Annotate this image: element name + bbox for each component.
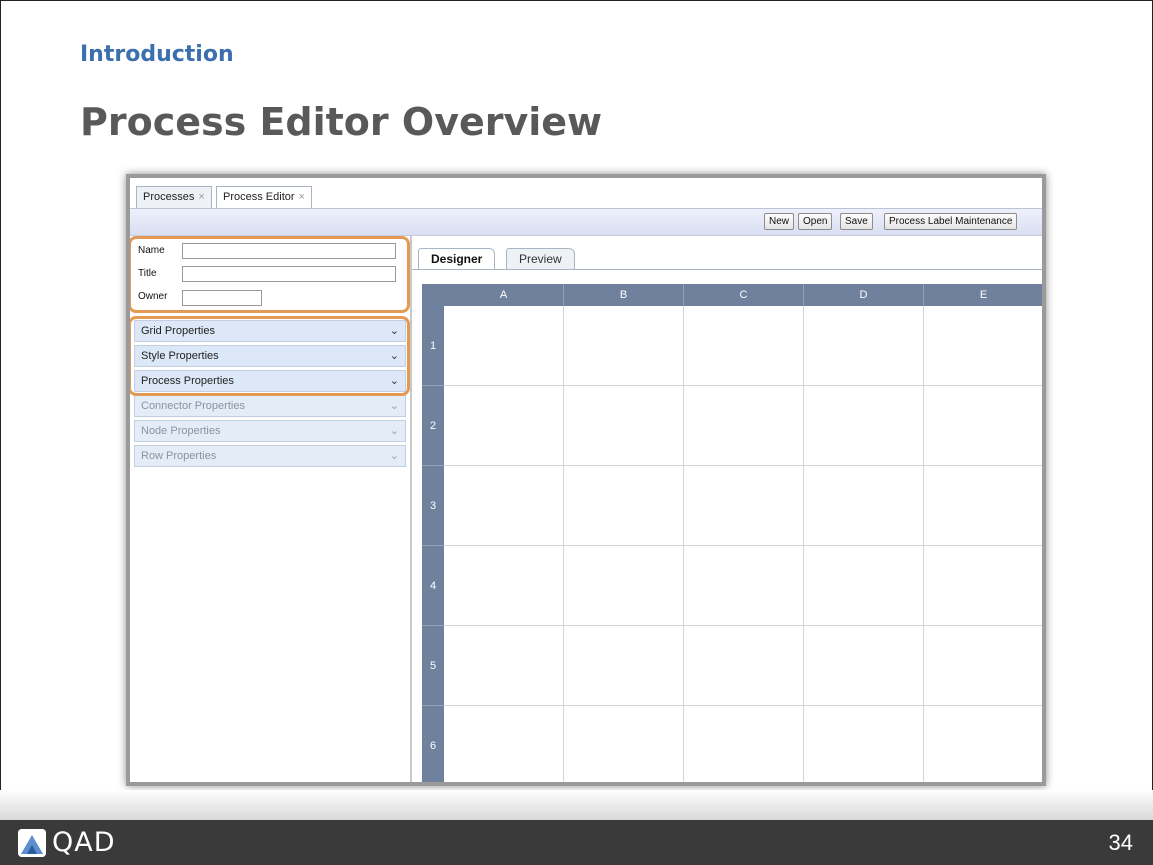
save-button[interactable]: Save — [840, 213, 873, 230]
grid-cell[interactable] — [804, 546, 924, 626]
tab-process-editor[interactable]: Process Editor × — [216, 186, 312, 208]
accordion-label: Node Properties — [141, 425, 221, 437]
grid-cell[interactable] — [924, 706, 1042, 782]
tab-underline — [412, 269, 1042, 270]
grid-cell[interactable] — [684, 546, 804, 626]
grid-cell[interactable] — [684, 626, 804, 706]
grid-cell[interactable] — [444, 386, 564, 466]
grid-cell[interactable] — [804, 466, 924, 546]
grid-cell[interactable] — [564, 466, 684, 546]
slide-title: Process Editor Overview — [80, 100, 603, 144]
column-header[interactable]: E — [924, 284, 1042, 306]
open-button[interactable]: Open — [798, 213, 833, 230]
grid-cell[interactable] — [924, 546, 1042, 626]
grid-cell[interactable] — [444, 706, 564, 782]
footer-fade — [0, 790, 1153, 820]
tab-designer[interactable]: Designer — [418, 248, 496, 270]
grid-cell[interactable] — [684, 386, 804, 466]
tab-processes[interactable]: Processes × — [136, 186, 212, 208]
grid-cell[interactable] — [444, 306, 564, 386]
grid-cell[interactable] — [564, 546, 684, 626]
grid-cell[interactable] — [564, 386, 684, 466]
grid-cell[interactable] — [924, 626, 1042, 706]
grid-cell[interactable] — [444, 466, 564, 546]
grid-cell[interactable] — [564, 306, 684, 386]
page-number: 34 — [1108, 830, 1133, 855]
accordion-label: Connector Properties — [141, 400, 245, 412]
chevron-down-icon: ⌄ — [389, 400, 399, 412]
grid-cell[interactable] — [804, 306, 924, 386]
row-header[interactable]: 2 — [422, 386, 444, 466]
qad-logo-icon — [18, 829, 46, 857]
grid-cell[interactable] — [924, 466, 1042, 546]
grid-cell[interactable] — [804, 386, 924, 466]
grid-cell[interactable] — [564, 706, 684, 782]
grid-cell[interactable] — [444, 546, 564, 626]
close-icon[interactable]: × — [299, 191, 305, 203]
column-header[interactable]: C — [684, 284, 804, 306]
footer-bar: QAD 34 — [0, 820, 1153, 865]
row-header[interactable]: 1 — [422, 306, 444, 386]
brand-name: QAD — [52, 827, 116, 858]
accordion-row-properties[interactable]: Row Properties ⌄ — [134, 445, 406, 467]
section-title: Introduction — [80, 42, 234, 67]
grid-cell[interactable] — [684, 306, 804, 386]
grid-cell[interactable] — [924, 306, 1042, 386]
tab-preview[interactable]: Preview — [506, 248, 575, 270]
highlight-form-fields — [130, 236, 410, 313]
grid-cell[interactable] — [804, 626, 924, 706]
grid-cell[interactable] — [924, 386, 1042, 466]
row-header[interactable]: 3 — [422, 466, 444, 546]
process-label-maintenance-button[interactable]: Process Label Maintenance — [884, 213, 1018, 230]
row-header[interactable]: 5 — [422, 626, 444, 706]
chevron-down-icon: ⌄ — [389, 450, 399, 462]
highlight-properties — [130, 316, 410, 396]
properties-panel: Name Title Owner Grid Properties ⌄ Style… — [130, 236, 412, 782]
chevron-down-icon: ⌄ — [389, 425, 399, 437]
accordion-label: Row Properties — [141, 450, 217, 462]
column-header[interactable]: D — [804, 284, 924, 306]
accordion-connector-properties[interactable]: Connector Properties ⌄ — [134, 395, 406, 417]
column-header[interactable]: A — [444, 284, 564, 306]
row-header[interactable]: 4 — [422, 546, 444, 626]
tab-bar: Processes × Process Editor × — [130, 178, 1042, 209]
row-header[interactable]: 6 — [422, 706, 444, 782]
grid-cell[interactable] — [564, 626, 684, 706]
column-header[interactable]: B — [564, 284, 684, 306]
accordion-node-properties[interactable]: Node Properties ⌄ — [134, 420, 406, 442]
new-button[interactable]: New — [764, 213, 795, 230]
grid-corner — [422, 284, 444, 306]
grid-cell[interactable] — [444, 626, 564, 706]
grid-cell[interactable] — [684, 466, 804, 546]
toolbar: New Open Save Process Label Maintenance — [130, 209, 1042, 236]
close-icon[interactable]: × — [198, 191, 204, 203]
grid-cell[interactable] — [684, 706, 804, 782]
designer-area: Designer Preview ABCDE 123456 — [412, 236, 1042, 782]
app-window: Processes × Process Editor × New Open Save… — [126, 174, 1046, 786]
tab-label: Process Editor — [223, 191, 295, 203]
tab-label: Processes — [143, 191, 195, 203]
grid-cell[interactable] — [804, 706, 924, 782]
